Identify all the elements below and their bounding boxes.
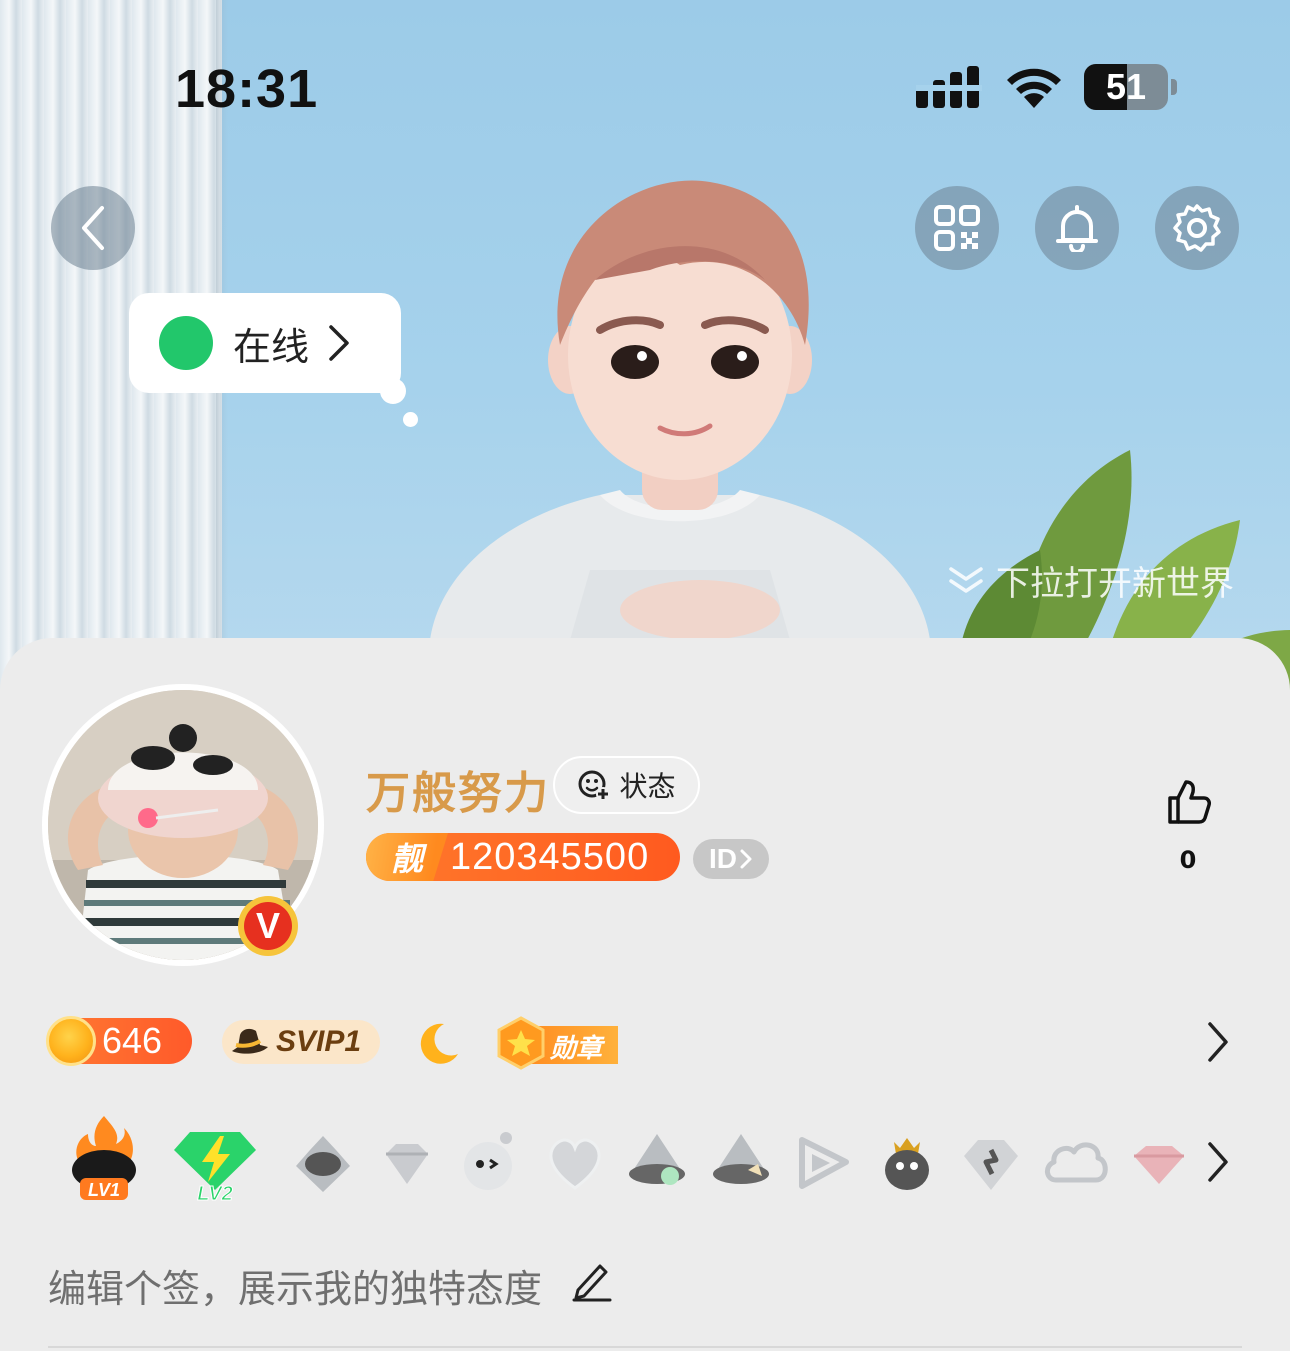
online-status-button[interactable]: 在线 [129, 293, 401, 393]
status-bar-time: 18:31 [175, 59, 319, 119]
cellular-signal-icon [916, 66, 982, 108]
thumbs-up-icon[interactable] [1164, 778, 1212, 826]
battery-indicator: 51 [1084, 64, 1178, 110]
pretty-id-tag: 靓 [366, 833, 448, 881]
lv2-label: LV2 [197, 1183, 233, 1204]
set-status-button[interactable]: 状态 [553, 756, 700, 814]
double-chevron-down-icon [949, 566, 983, 593]
signature-placeholder[interactable]: 编辑个签，展示我的独特态度 [48, 1258, 542, 1313]
online-status-label: 在线 [233, 324, 310, 369]
like-count: 0 [1179, 846, 1197, 874]
svip-hat-icon [232, 1028, 268, 1054]
diamond-star-icon[interactable] [956, 1128, 1026, 1198]
svip-label: SVIP1 [276, 1025, 362, 1058]
profile-cover[interactable]: 18:31 51 在线 下拉打开新世界 [0, 0, 1290, 700]
pretty-id-badge[interactable]: 靓 120345500 [366, 833, 680, 881]
qr-code-icon [934, 205, 980, 251]
lv1-label: LV1 [88, 1180, 120, 1200]
avatar-3d-figure[interactable] [420, 170, 940, 650]
coin-badge[interactable]: 646 [46, 1016, 192, 1066]
notifications-button[interactable] [1035, 186, 1119, 270]
status-chip-label: 状态 [619, 770, 676, 803]
qr-code-button[interactable] [915, 186, 999, 270]
services-more-chevron-icon[interactable] [1204, 1140, 1232, 1184]
video-play-icon[interactable] [788, 1128, 858, 1198]
penguin-crown-icon[interactable] [706, 1128, 776, 1198]
medal-label: 勋章 [550, 1034, 603, 1064]
id-button[interactable]: ID [693, 839, 769, 879]
back-button[interactable] [51, 186, 135, 270]
star-medal-icon [497, 1016, 545, 1070]
penguin-lightning-icon[interactable] [622, 1128, 692, 1198]
online-dot-icon [159, 316, 213, 370]
bomb-face-icon[interactable] [456, 1128, 526, 1198]
pencil-edit-icon[interactable] [570, 1258, 612, 1302]
chevron-right-icon [329, 325, 349, 361]
divider [48, 1346, 1242, 1348]
bubble-tail [380, 378, 406, 404]
penguin-gray-icon[interactable] [288, 1130, 358, 1200]
nickname[interactable]: 万般努力 [366, 757, 550, 821]
coin-value: 646 [102, 1020, 163, 1061]
smiley-plus-icon [578, 770, 611, 801]
diamond-gray-icon[interactable] [372, 1130, 442, 1200]
chevron-left-icon [82, 206, 104, 250]
cloud-icon[interactable] [1040, 1128, 1110, 1198]
gear-icon [1173, 204, 1221, 252]
vip-badge[interactable]: V [238, 896, 298, 956]
battery-percent: 51 [1105, 66, 1147, 107]
id-button-label: ID [709, 843, 737, 874]
pull-down-hint-label: 下拉打开新世界 [996, 564, 1234, 604]
svip-badge[interactable]: SVIP1 [222, 1020, 380, 1064]
qq-level-lightning-icon[interactable]: LV2 [172, 1128, 258, 1204]
pretty-id-number: 120345500 [450, 835, 650, 878]
chevron-right-icon [740, 849, 752, 869]
qq-level-flame-icon[interactable]: LV1 [64, 1114, 144, 1204]
moon-icon[interactable] [414, 1018, 462, 1066]
bubble-tail-small [403, 412, 418, 427]
wifi-icon [1007, 68, 1061, 108]
diamond-pink-icon[interactable] [1124, 1128, 1194, 1198]
settings-button[interactable] [1155, 186, 1239, 270]
penguin-king-icon[interactable] [872, 1128, 942, 1198]
badges-more-chevron-icon[interactable] [1204, 1020, 1232, 1064]
gold-coin-icon [46, 1016, 96, 1066]
vip-letter: V [244, 902, 292, 950]
medal-badge[interactable]: 勋章 [496, 1016, 622, 1070]
heart-gray-icon[interactable] [540, 1128, 610, 1198]
pull-down-hint[interactable]: 下拉打开新世界 [948, 556, 1234, 605]
bell-icon [1056, 205, 1098, 252]
